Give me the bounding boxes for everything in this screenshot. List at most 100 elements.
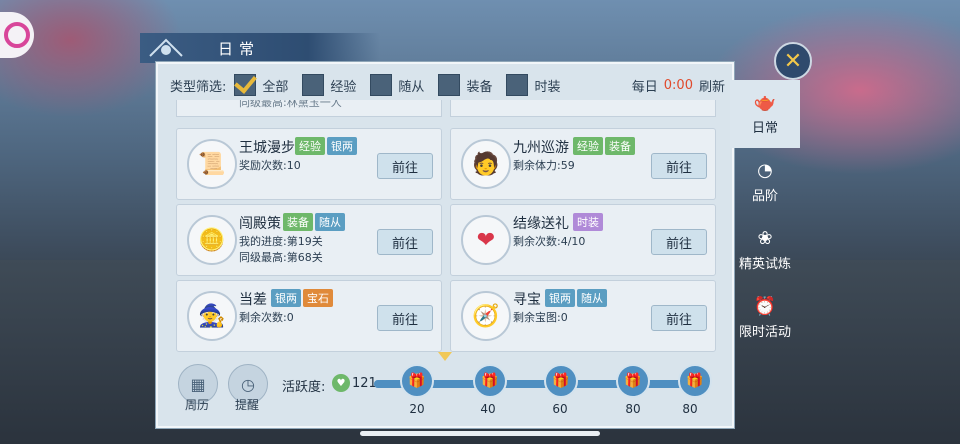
close-icon: ✕ (783, 48, 803, 74)
character-icon: 🧙 (187, 291, 237, 341)
task-name: 当差 (239, 292, 267, 308)
progress-marker-icon (438, 352, 452, 361)
filter-option-follower[interactable]: 随从 (370, 74, 424, 96)
sidebar-item-label: 日常 (751, 121, 778, 136)
task-line1: 剩余宝图:0 (513, 311, 568, 324)
sidebar-item-label: 精英试炼 (738, 257, 791, 272)
task-tag: 宝石 (303, 289, 333, 307)
filter-option-exp[interactable]: 经验 (302, 74, 356, 96)
go-button[interactable]: 前往 (377, 153, 433, 179)
go-button[interactable]: 前往 (651, 229, 707, 255)
activity-label: 活跃度: (282, 380, 326, 395)
reward-chest-icon[interactable]: 🎁 (400, 364, 434, 398)
task-card: 🪙 闯殿策 装备 随从 我的进度:第19关 同级最高:第68关 前往 (176, 204, 442, 276)
refresh-time: 0:00 (663, 77, 693, 93)
refresh-suffix: 刷新 (698, 79, 725, 95)
task-line1: 剩余次数:0 (239, 311, 294, 324)
task-line1: 我的进度:第19关 (239, 235, 323, 248)
task-line1: 奖励次数:10 (239, 159, 301, 172)
go-button[interactable]: 前往 (651, 153, 707, 179)
milestone-value: 80 (625, 402, 641, 416)
sidebar-item-label: 品阶 (751, 189, 778, 204)
activity-leaf-icon: ♥ (332, 374, 350, 392)
task-tags: 银两 随从 (545, 289, 607, 307)
task-tag: 装备 (283, 213, 313, 231)
sidebar-item-limited-event[interactable]: ⏰ 限时活动 (730, 284, 800, 352)
activity-bar: ▦ 周历 ◷ 提醒 活跃度: ♥ 121 🎁 20 🎁 40 🎁 60 🎁 80… (170, 352, 725, 422)
task-card: 🧑 九州巡游 经验 装备 剩余体力:59 前往 (450, 128, 716, 200)
title-emblem-icon (140, 33, 192, 63)
sidebar-item-label: 限时活动 (738, 325, 791, 340)
task-line2: 同级最高:第68关 (239, 251, 323, 264)
checkbox-icon[interactable] (370, 74, 393, 96)
heart-icon: ❤ (461, 215, 511, 265)
task-name: 王城漫步 (239, 140, 295, 156)
app-logo-icon (4, 22, 30, 48)
filter-option-all[interactable]: 全部 (234, 74, 288, 96)
calendar-icon: ▦ (190, 374, 206, 394)
task-tag: 随从 (315, 213, 345, 231)
filter-option-label: 时装 (534, 79, 561, 95)
teapot-icon: 🫖 (753, 92, 777, 113)
task-card: ❤ 结缘送礼 时装 剩余次数:4/10 前往 (450, 204, 716, 276)
task-tag: 装备 (605, 137, 635, 155)
reward-chest-icon[interactable]: 🎁 (473, 364, 507, 398)
task-tag: 经验 (573, 137, 603, 155)
task-card: 🧭 寻宝 银两 随从 剩余宝图:0 前往 (450, 280, 716, 352)
calendar-label: 周历 (185, 398, 210, 412)
compass-icon: 🧭 (461, 291, 511, 341)
checkbox-icon[interactable] (234, 74, 257, 96)
scroll-icon: 📜 (187, 139, 237, 189)
refresh-prefix: 每日 (631, 79, 658, 95)
task-tag: 随从 (577, 289, 607, 307)
checkbox-icon[interactable] (506, 74, 529, 96)
milestone-value: 20 (409, 402, 425, 416)
coin-icon: 🪙 (187, 215, 237, 265)
task-tag: 经验 (295, 137, 325, 155)
filter-option-label: 随从 (398, 79, 425, 95)
flower-icon: ❀ (757, 228, 773, 249)
task-line1: 剩余次数:4/10 (513, 235, 586, 248)
reward-chest-icon[interactable]: 🎁 (616, 364, 650, 398)
checkbox-icon[interactable] (438, 74, 461, 96)
sidebar-item-rank[interactable]: ◔ 品阶 (730, 148, 800, 216)
go-button[interactable]: 前往 (377, 229, 433, 255)
milestone-value: 40 (480, 402, 496, 416)
filter-option-fashion[interactable]: 时装 (506, 74, 560, 96)
go-button[interactable]: 前往 (651, 305, 707, 331)
task-card: 📜 王城漫步 经验 银两 奖励次数:10 前往 (176, 128, 442, 200)
task-name: 结缘送礼 (513, 216, 569, 232)
home-indicator[interactable] (360, 431, 600, 436)
task-list[interactable]: 同级最高:林黛玉一人 📜 王城漫步 经验 银两 奖励次数:10 前往 🧑 九州巡… (170, 100, 725, 352)
task-line1: 剩余体力:59 (513, 159, 575, 172)
task-tags: 时装 (573, 213, 603, 231)
fan-icon: ◔ (757, 160, 773, 181)
character-icon: 🧑 (461, 139, 511, 189)
task-card-partial: 同级最高:林黛玉一人 (176, 100, 442, 117)
task-tag: 银两 (271, 289, 301, 307)
task-name: 寻宝 (513, 292, 541, 308)
task-card-partial (450, 100, 716, 117)
task-name: 九州巡游 (513, 140, 569, 156)
filter-option-label: 装备 (466, 79, 493, 95)
sidebar-item-elite-trial[interactable]: ❀ 精英试炼 (730, 216, 800, 284)
window-title-tab: 日常 (140, 33, 380, 63)
filter-bar: 类型筛选: 全部 经验 随从 装备 时装 每日 0:00 刷新 (170, 72, 725, 98)
task-tag: 时装 (573, 213, 603, 231)
window-title: 日常 (218, 39, 261, 58)
sidebar-item-daily[interactable]: 🫖 日常 (730, 80, 800, 148)
filter-option-equipment[interactable]: 装备 (438, 74, 492, 96)
task-name: 闯殿策 (239, 216, 281, 232)
reminder-label: 提醒 (235, 398, 260, 412)
task-tag: 银两 (327, 137, 357, 155)
checkbox-icon[interactable] (302, 74, 325, 96)
reward-chest-icon[interactable]: 🎁 (678, 364, 712, 398)
close-button[interactable]: ✕ (774, 42, 812, 80)
task-card: 🧙 当差 银两 宝石 剩余次数:0 前往 (176, 280, 442, 352)
go-button[interactable]: 前往 (377, 305, 433, 331)
filter-option-label: 经验 (330, 79, 357, 95)
reward-chest-icon[interactable]: 🎁 (544, 364, 578, 398)
task-tags: 经验 装备 (573, 137, 635, 155)
clock-icon: ◷ (241, 374, 255, 394)
refresh-info: 每日 0:00 刷新 (632, 76, 725, 95)
